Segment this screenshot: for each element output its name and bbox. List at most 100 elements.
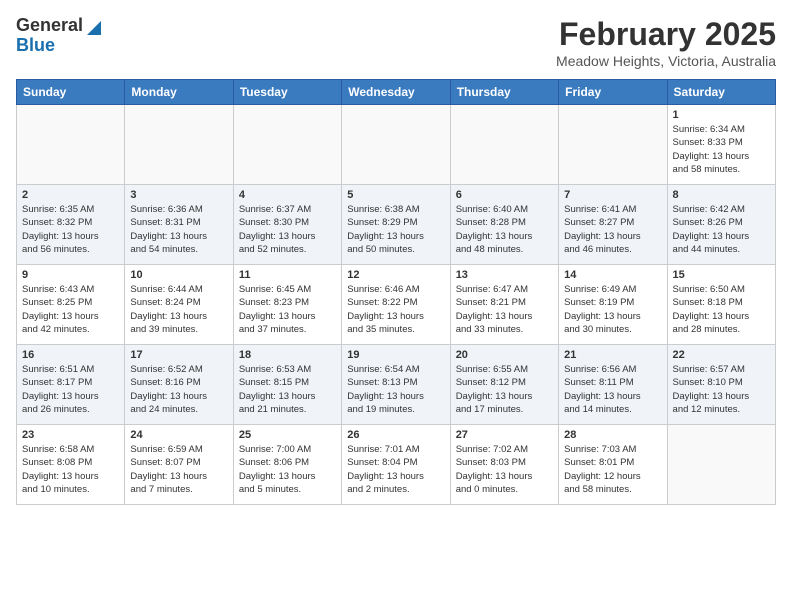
calendar-cell [667, 425, 775, 505]
day-number: 26 [347, 429, 444, 441]
weekday-header-tuesday: Tuesday [233, 80, 341, 105]
day-number: 2 [22, 189, 119, 201]
calendar-cell: 28 Sunrise: 7:03 AM Sunset: 8:01 PM Dayli… [559, 425, 667, 505]
calendar-cell: 21 Sunrise: 6:56 AM Sunset: 8:11 PM Dayli… [559, 345, 667, 425]
day-info: Sunrise: 6:50 AM Sunset: 8:18 PM Dayligh… [673, 283, 770, 336]
weekday-header-thursday: Thursday [450, 80, 558, 105]
logo: General Blue [16, 16, 101, 56]
day-number: 7 [564, 189, 661, 201]
calendar-cell: 14 Sunrise: 6:49 AM Sunset: 8:19 PM Dayli… [559, 265, 667, 345]
day-info: Sunrise: 7:03 AM Sunset: 8:01 PM Dayligh… [564, 443, 661, 496]
logo-blue: Blue [16, 36, 55, 56]
day-info: Sunrise: 6:53 AM Sunset: 8:15 PM Dayligh… [239, 363, 336, 416]
calendar-cell [559, 105, 667, 185]
day-info: Sunrise: 6:34 AM Sunset: 8:33 PM Dayligh… [673, 123, 770, 176]
day-info: Sunrise: 6:49 AM Sunset: 8:19 PM Dayligh… [564, 283, 661, 336]
calendar-table: SundayMondayTuesdayWednesdayThursdayFrid… [16, 79, 776, 505]
day-info: Sunrise: 7:01 AM Sunset: 8:04 PM Dayligh… [347, 443, 444, 496]
day-number: 27 [456, 429, 553, 441]
calendar-cell: 4 Sunrise: 6:37 AM Sunset: 8:30 PM Daylig… [233, 185, 341, 265]
day-number: 12 [347, 269, 444, 281]
day-number: 11 [239, 269, 336, 281]
month-title: February 2025 [556, 16, 776, 53]
day-number: 5 [347, 189, 444, 201]
logo-general: General [16, 16, 83, 36]
day-info: Sunrise: 6:38 AM Sunset: 8:29 PM Dayligh… [347, 203, 444, 256]
day-info: Sunrise: 6:58 AM Sunset: 8:08 PM Dayligh… [22, 443, 119, 496]
logo-icon [83, 17, 101, 35]
calendar-cell: 27 Sunrise: 7:02 AM Sunset: 8:03 PM Dayli… [450, 425, 558, 505]
weekday-header-monday: Monday [125, 80, 233, 105]
calendar-cell [17, 105, 125, 185]
day-info: Sunrise: 6:43 AM Sunset: 8:25 PM Dayligh… [22, 283, 119, 336]
page-header: General Blue February 2025 Meadow Height… [16, 16, 776, 69]
day-info: Sunrise: 6:47 AM Sunset: 8:21 PM Dayligh… [456, 283, 553, 336]
day-info: Sunrise: 6:41 AM Sunset: 8:27 PM Dayligh… [564, 203, 661, 256]
day-number: 17 [130, 349, 227, 361]
calendar-week-row: 16Sunrise: 6:51 AM Sunset: 8:17 PM Dayli… [17, 345, 776, 425]
weekday-header-saturday: Saturday [667, 80, 775, 105]
day-number: 14 [564, 269, 661, 281]
day-info: Sunrise: 6:59 AM Sunset: 8:07 PM Dayligh… [130, 443, 227, 496]
day-number: 13 [456, 269, 553, 281]
calendar-week-row: 2 Sunrise: 6:35 AM Sunset: 8:32 PM Daylig… [17, 185, 776, 265]
day-info: Sunrise: 7:00 AM Sunset: 8:06 PM Dayligh… [239, 443, 336, 496]
calendar-cell: 20 Sunrise: 6:55 AM Sunset: 8:12 PM Dayli… [450, 345, 558, 425]
day-number: 23 [22, 429, 119, 441]
calendar-cell: 17 Sunrise: 6:52 AM Sunset: 8:16 PM Dayli… [125, 345, 233, 425]
calendar-cell: 5 Sunrise: 6:38 AM Sunset: 8:29 PM Daylig… [342, 185, 450, 265]
day-info: Sunrise: 6:45 AM Sunset: 8:23 PM Dayligh… [239, 283, 336, 336]
day-info: Sunrise: 6:54 AM Sunset: 8:13 PM Dayligh… [347, 363, 444, 416]
calendar-cell: 15 Sunrise: 6:50 AM Sunset: 8:18 PM Dayli… [667, 265, 775, 345]
day-number: 21 [564, 349, 661, 361]
day-number: 4 [239, 189, 336, 201]
calendar-cell: 19Sunrise: 6:54 AM Sunset: 8:13 PM Dayli… [342, 345, 450, 425]
calendar-cell [125, 105, 233, 185]
day-number: 10 [130, 269, 227, 281]
calendar-cell: 6 Sunrise: 6:40 AM Sunset: 8:28 PM Daylig… [450, 185, 558, 265]
day-info: Sunrise: 6:36 AM Sunset: 8:31 PM Dayligh… [130, 203, 227, 256]
calendar-cell: 7 Sunrise: 6:41 AM Sunset: 8:27 PM Daylig… [559, 185, 667, 265]
calendar-cell: 24 Sunrise: 6:59 AM Sunset: 8:07 PM Dayli… [125, 425, 233, 505]
day-number: 24 [130, 429, 227, 441]
calendar-week-row: 1 Sunrise: 6:34 AM Sunset: 8:33 PM Daylig… [17, 105, 776, 185]
day-info: Sunrise: 6:52 AM Sunset: 8:16 PM Dayligh… [130, 363, 227, 416]
day-number: 3 [130, 189, 227, 201]
calendar-cell: 12 Sunrise: 6:46 AM Sunset: 8:22 PM Dayli… [342, 265, 450, 345]
day-info: Sunrise: 6:35 AM Sunset: 8:32 PM Dayligh… [22, 203, 119, 256]
calendar-cell: 26 Sunrise: 7:01 AM Sunset: 8:04 PM Dayli… [342, 425, 450, 505]
day-info: Sunrise: 7:02 AM Sunset: 8:03 PM Dayligh… [456, 443, 553, 496]
day-info: Sunrise: 6:40 AM Sunset: 8:28 PM Dayligh… [456, 203, 553, 256]
day-number: 20 [456, 349, 553, 361]
day-number: 9 [22, 269, 119, 281]
calendar-cell [233, 105, 341, 185]
day-number: 1 [673, 109, 770, 121]
day-number: 25 [239, 429, 336, 441]
day-info: Sunrise: 6:46 AM Sunset: 8:22 PM Dayligh… [347, 283, 444, 336]
calendar-cell: 25 Sunrise: 7:00 AM Sunset: 8:06 PM Dayli… [233, 425, 341, 505]
day-number: 8 [673, 189, 770, 201]
weekday-header-sunday: Sunday [17, 80, 125, 105]
calendar-cell: 8 Sunrise: 6:42 AM Sunset: 8:26 PM Daylig… [667, 185, 775, 265]
day-number: 15 [673, 269, 770, 281]
day-info: Sunrise: 6:44 AM Sunset: 8:24 PM Dayligh… [130, 283, 227, 336]
calendar-week-row: 9 Sunrise: 6:43 AM Sunset: 8:25 PM Daylig… [17, 265, 776, 345]
weekday-header-wednesday: Wednesday [342, 80, 450, 105]
calendar-cell: 16Sunrise: 6:51 AM Sunset: 8:17 PM Dayli… [17, 345, 125, 425]
day-info: Sunrise: 6:57 AM Sunset: 8:10 PM Dayligh… [673, 363, 770, 416]
calendar-cell: 22Sunrise: 6:57 AM Sunset: 8:10 PM Dayli… [667, 345, 775, 425]
day-info: Sunrise: 6:56 AM Sunset: 8:11 PM Dayligh… [564, 363, 661, 416]
day-number: 6 [456, 189, 553, 201]
calendar-cell: 23 Sunrise: 6:58 AM Sunset: 8:08 PM Dayli… [17, 425, 125, 505]
calendar-cell: 18 Sunrise: 6:53 AM Sunset: 8:15 PM Dayli… [233, 345, 341, 425]
weekday-header-row: SundayMondayTuesdayWednesdayThursdayFrid… [17, 80, 776, 105]
day-info: Sunrise: 6:37 AM Sunset: 8:30 PM Dayligh… [239, 203, 336, 256]
calendar-cell [450, 105, 558, 185]
day-info: Sunrise: 6:42 AM Sunset: 8:26 PM Dayligh… [673, 203, 770, 256]
weekday-header-friday: Friday [559, 80, 667, 105]
calendar-week-row: 23 Sunrise: 6:58 AM Sunset: 8:08 PM Dayli… [17, 425, 776, 505]
day-info: Sunrise: 6:55 AM Sunset: 8:12 PM Dayligh… [456, 363, 553, 416]
day-number: 18 [239, 349, 336, 361]
day-number: 28 [564, 429, 661, 441]
calendar-cell: 11 Sunrise: 6:45 AM Sunset: 8:23 PM Dayli… [233, 265, 341, 345]
